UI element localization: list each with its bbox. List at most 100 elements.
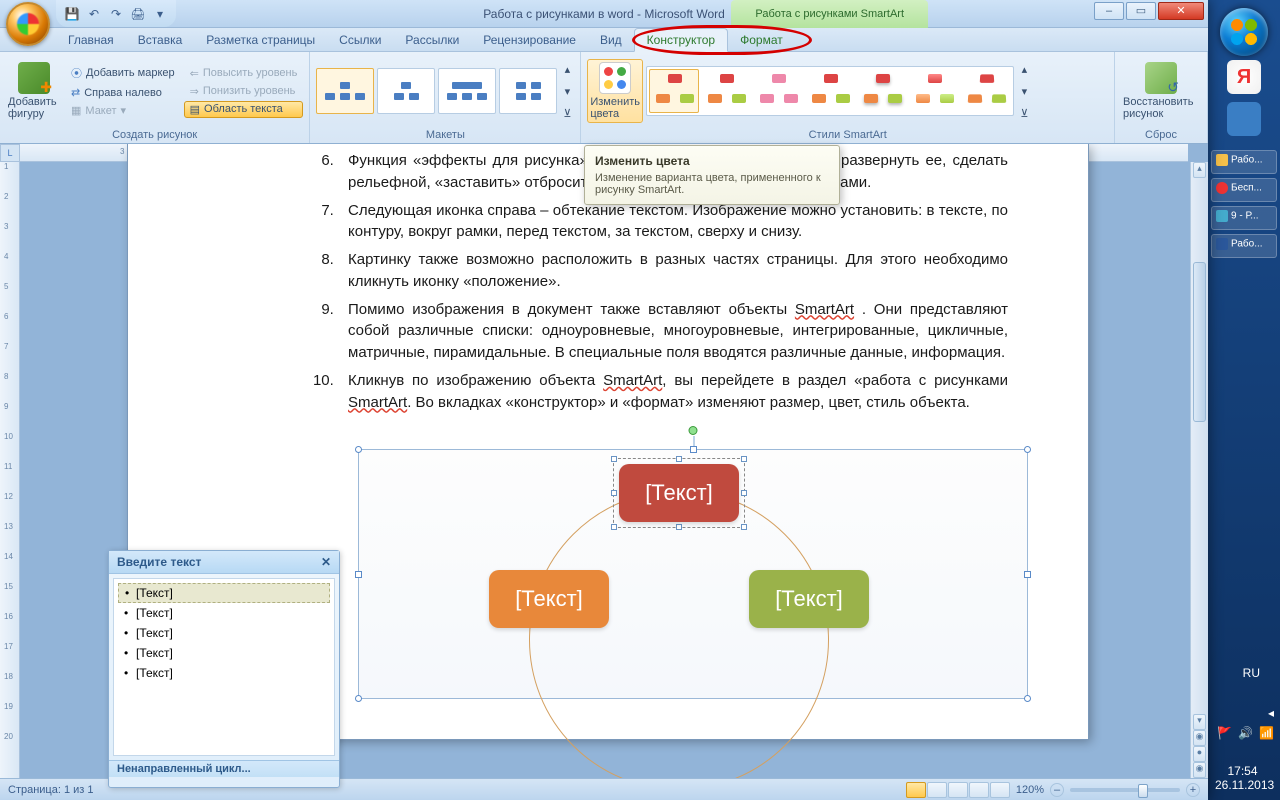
layout-dropdown[interactable]: ▦Макет ▾ — [65, 102, 181, 119]
style-thumb-7[interactable] — [961, 69, 1011, 113]
qat-more[interactable]: ▾ — [150, 4, 170, 24]
document-list-item[interactable]: Кликнув по изображению объекта SmartArt,… — [338, 370, 1008, 414]
document-list-item[interactable]: Следующая иконка справа – обтекание текс… — [338, 200, 1008, 244]
page-indicator[interactable]: Страница: 1 из 1 — [8, 784, 94, 796]
style-thumb-6[interactable] — [909, 69, 959, 113]
minimize-button[interactable]: – — [1094, 2, 1124, 20]
vertical-ruler[interactable]: 1234567891011121314151617181920 — [0, 162, 20, 778]
text-pane-item[interactable]: [Текст] — [118, 663, 330, 683]
smartart-canvas[interactable]: [Текст] [Текст] [Текст] — [358, 449, 1028, 699]
taskbar-clock[interactable]: 17:54 26.11.2013 — [1215, 764, 1270, 792]
view-web[interactable] — [948, 782, 968, 798]
yandex-icon[interactable]: Я — [1227, 60, 1261, 94]
smartart-node-2[interactable]: [Текст] — [489, 570, 609, 628]
smartart-node-3[interactable]: [Текст] — [749, 570, 869, 628]
system-tray-2[interactable]: ◂ — [1268, 706, 1274, 720]
tab-home[interactable]: Главная — [56, 29, 126, 51]
next-page[interactable]: ◉ — [1193, 762, 1206, 778]
qat-undo[interactable]: ↶ — [84, 4, 104, 24]
style-thumb-5[interactable] — [857, 69, 907, 113]
view-draft[interactable] — [990, 782, 1010, 798]
resize-handle-sw[interactable] — [355, 695, 362, 702]
tab-view[interactable]: Вид — [588, 29, 634, 51]
tab-format[interactable]: Формат — [728, 29, 795, 51]
vertical-scrollbar[interactable]: ▴ ▾ ◉ ● ◉ — [1190, 162, 1208, 778]
taskbar-item-3[interactable]: 9 - Р... — [1211, 206, 1277, 230]
taskbar-item-2[interactable]: Бесп... — [1211, 178, 1277, 202]
layouts-down[interactable]: ▾ — [560, 81, 574, 102]
system-tray[interactable]: 🚩 🔊 📶 — [1217, 726, 1274, 740]
close-button[interactable]: ✕ — [1158, 2, 1204, 20]
tab-review[interactable]: Рецензирование — [471, 29, 588, 51]
smartart-node-1[interactable]: [Текст] — [619, 464, 739, 522]
styles-up[interactable]: ▴ — [1017, 59, 1031, 80]
style-thumb-2[interactable] — [701, 69, 751, 113]
style-thumb-3[interactable] — [753, 69, 803, 113]
text-area-toggle[interactable]: ▤Область текста — [184, 101, 304, 118]
add-marker-button[interactable]: ⦿Добавить маркер — [65, 63, 181, 83]
rotation-handle[interactable] — [689, 426, 698, 435]
start-button[interactable] — [1220, 8, 1268, 56]
styles-down[interactable]: ▾ — [1017, 81, 1031, 102]
styles-more[interactable]: ⊻ — [1017, 103, 1031, 124]
zoom-level[interactable]: 120% — [1016, 784, 1044, 796]
style-thumb-4[interactable] — [805, 69, 855, 113]
layouts-more[interactable]: ⊻ — [560, 103, 574, 124]
qat-save[interactable]: 💾 — [62, 4, 82, 24]
tray-volume-icon[interactable]: 🔊 — [1238, 726, 1253, 740]
document-list-item[interactable]: Картинку также возможно расположить в ра… — [338, 249, 1008, 293]
layout-thumb-4[interactable] — [499, 68, 557, 114]
zoom-out[interactable]: – — [1050, 783, 1064, 797]
text-pane-item[interactable]: [Текст] — [118, 643, 330, 663]
view-outline[interactable] — [969, 782, 989, 798]
text-pane-item[interactable]: [Текст] — [118, 603, 330, 623]
resize-handle-ne[interactable] — [1024, 446, 1031, 453]
view-print-layout[interactable] — [906, 782, 926, 798]
prev-page[interactable]: ◉ — [1193, 730, 1206, 746]
view-full-screen[interactable] — [927, 782, 947, 798]
resize-handle-e[interactable] — [1024, 571, 1031, 578]
text-pane-item[interactable]: [Текст] — [118, 583, 330, 603]
tab-references[interactable]: Ссылки — [327, 29, 393, 51]
layout-thumb-1[interactable] — [316, 68, 374, 114]
tray-flag-icon[interactable]: 🚩 — [1217, 726, 1232, 740]
resize-handle-n[interactable] — [690, 446, 697, 453]
text-pane-item[interactable]: [Текст] — [118, 623, 330, 643]
scroll-thumb[interactable] — [1193, 262, 1206, 422]
add-shape-button[interactable]: ✚ Добавить фигуру — [6, 60, 62, 122]
change-colors-button[interactable]: Изменить цвета — [587, 59, 643, 123]
ruler-corner[interactable]: L — [0, 144, 20, 162]
reset-button[interactable]: ↺ Восстановить рисунок — [1121, 60, 1201, 122]
tab-insert[interactable]: Вставка — [126, 29, 195, 51]
browse-object[interactable]: ● — [1193, 746, 1206, 762]
layouts-up[interactable]: ▴ — [560, 59, 574, 80]
zoom-in[interactable]: + — [1186, 783, 1200, 797]
layout-thumb-2[interactable] — [377, 68, 435, 114]
tray-expand-icon[interactable]: ◂ — [1268, 706, 1274, 720]
tab-mailings[interactable]: Рассылки — [393, 29, 471, 51]
app-icon[interactable] — [1227, 102, 1261, 136]
language-indicator[interactable]: RU — [1243, 666, 1260, 680]
scroll-down[interactable]: ▾ — [1193, 714, 1206, 730]
tab-layout[interactable]: Разметка страницы — [194, 29, 327, 51]
style-thumb-1[interactable] — [649, 69, 699, 113]
qat-print[interactable]: 🖨 — [128, 4, 148, 24]
document-list-item[interactable]: Помимо изображения в документ также вста… — [338, 299, 1008, 364]
tab-designer[interactable]: Конструктор — [634, 28, 728, 52]
resize-handle-nw[interactable] — [355, 446, 362, 453]
layout-thumb-3[interactable] — [438, 68, 496, 114]
text-pane-body[interactable]: [Текст][Текст][Текст][Текст][Текст] — [113, 578, 335, 756]
text-pane-close[interactable]: ✕ — [321, 555, 331, 569]
office-button[interactable] — [6, 2, 50, 46]
zoom-slider[interactable] — [1070, 788, 1180, 792]
taskbar-item-4[interactable]: Рабо... — [1211, 234, 1277, 258]
resize-handle-w[interactable] — [355, 571, 362, 578]
scroll-up[interactable]: ▴ — [1193, 162, 1206, 178]
resize-handle-se[interactable] — [1024, 695, 1031, 702]
tray-network-icon[interactable]: 📶 — [1259, 726, 1274, 740]
taskbar-item-1[interactable]: Рабо... — [1211, 150, 1277, 174]
smartart-text-pane[interactable]: Введите текст ✕ [Текст][Текст][Текст][Те… — [108, 550, 340, 788]
text-pane-header[interactable]: Введите текст ✕ — [109, 551, 339, 574]
qat-redo[interactable]: ↷ — [106, 4, 126, 24]
maximize-button[interactable]: ▭ — [1126, 2, 1156, 20]
